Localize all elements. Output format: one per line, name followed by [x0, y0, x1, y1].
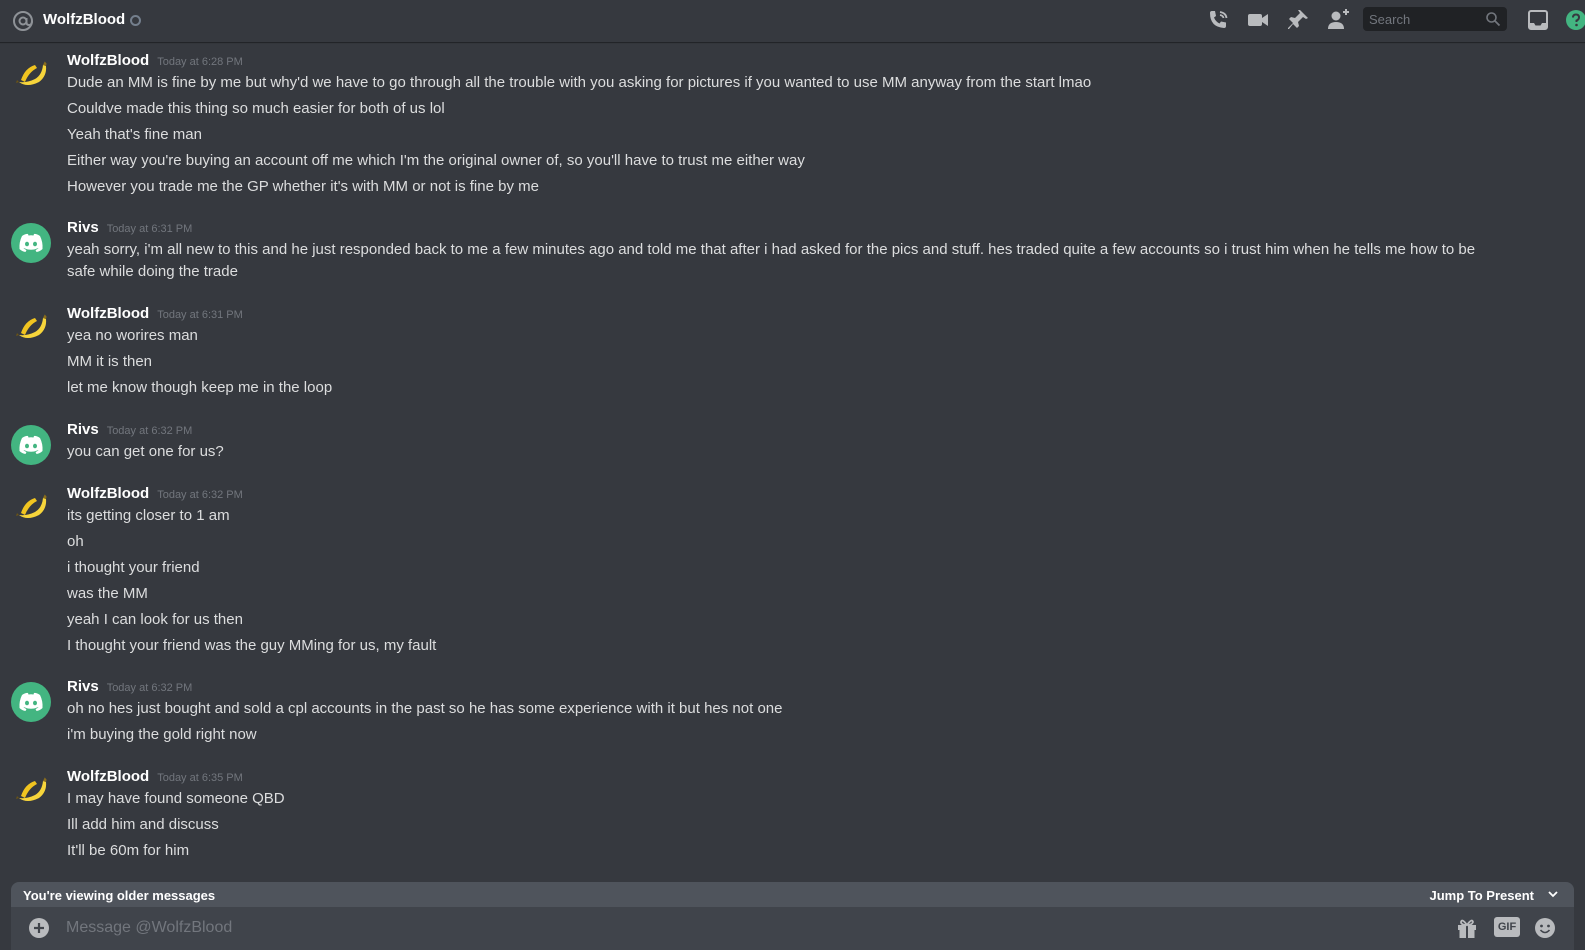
avatar[interactable] [11, 309, 51, 349]
banana-icon [16, 777, 47, 801]
channel-title: WolfzBlood [43, 11, 126, 28]
message-text: oh [67, 533, 84, 550]
message-timestamp: Today at 6:35 PM [157, 772, 243, 784]
message-timestamp: Today at 6:32 PM [106, 682, 193, 694]
help-icon[interactable] [1564, 8, 1585, 32]
at-icon [13, 11, 33, 31]
gif-button[interactable]: GIF [1494, 917, 1520, 937]
discord-logo-icon [19, 233, 43, 252]
message-author[interactable]: WolfzBlood Today at 6:32 PM [67, 485, 243, 502]
message-text: oh no hes just bought and sold a cpl acc… [67, 700, 783, 717]
message-text: yeah sorry, i'm all new to this and he j… [67, 241, 1476, 280]
message-text: MM it is then [67, 353, 153, 370]
older-messages-text: You're viewing older messages [23, 888, 216, 903]
message-text: Yeah that's fine man [67, 126, 202, 143]
search-input[interactable] [1369, 12, 1477, 27]
banana-icon [16, 494, 47, 518]
message-author[interactable]: WolfzBlood Today at 6:35 PM [67, 768, 243, 785]
message-composer: GIF [11, 907, 1574, 950]
inbox-icon[interactable] [1526, 8, 1550, 32]
avatar[interactable] [11, 772, 51, 812]
chevron-down-icon[interactable] [1546, 887, 1560, 901]
message-text: let me know though keep me in the loop [67, 379, 333, 396]
message-text: i thought your friend [67, 559, 200, 576]
avatar[interactable] [11, 56, 51, 96]
message-text: yeah I can look for us then [67, 611, 243, 628]
message-text: Dude an MM is fine by me but why'd we ha… [67, 74, 1092, 91]
avatar[interactable] [11, 223, 51, 263]
call-icon[interactable] [1206, 8, 1230, 32]
video-icon[interactable] [1246, 8, 1270, 32]
banana-icon [16, 314, 47, 338]
message-text: I thought your friend was the guy MMing … [67, 637, 437, 654]
avatar[interactable] [11, 425, 51, 465]
message-author[interactable]: Rivs Today at 6:31 PM [67, 219, 192, 236]
message-timestamp: Today at 6:28 PM [157, 56, 243, 68]
message-text: its getting closer to 1 am [67, 507, 230, 524]
message-timestamp: Today at 6:32 PM [106, 425, 193, 437]
search-icon [1486, 12, 1501, 27]
message-author[interactable]: WolfzBlood Today at 6:31 PM [67, 305, 243, 322]
message-text: I may have found someone QBD [67, 790, 285, 807]
message-timestamp: Today at 6:31 PM [157, 309, 243, 321]
message-text: was the MM [67, 585, 148, 602]
avatar[interactable] [11, 682, 51, 722]
older-messages-bar: You're viewing older messages Jump To Pr… [11, 882, 1574, 907]
search-box[interactable] [1363, 7, 1507, 31]
message-input[interactable] [66, 918, 1446, 938]
discord-logo-icon [19, 435, 43, 454]
message-text: However you trade me the GP whether it's… [67, 178, 539, 195]
message-author[interactable]: WolfzBlood Today at 6:28 PM [67, 52, 243, 69]
plus-icon[interactable] [28, 917, 50, 939]
message-timestamp: Today at 6:32 PM [157, 489, 243, 501]
avatar[interactable] [11, 489, 51, 529]
status-indicator [130, 15, 141, 26]
message-text: you can get one for us? [67, 443, 224, 460]
message-text: It'll be 60m for him [67, 842, 190, 859]
channel-header: WolfzBlood [0, 0, 1585, 42]
gift-icon[interactable] [1455, 916, 1479, 940]
message-text: yea no worires man [67, 327, 198, 344]
jump-to-present-button[interactable]: Jump To Present [1429, 888, 1534, 903]
message-author[interactable]: Rivs Today at 6:32 PM [67, 421, 192, 438]
message-author[interactable]: Rivs Today at 6:32 PM [67, 678, 192, 695]
message-text: i'm buying the gold right now [67, 726, 257, 743]
message-list[interactable]: WolfzBlood Today at 6:28 PM Dude an MM is… [0, 44, 1585, 882]
message-text: Ill add him and discuss [67, 816, 219, 833]
message-timestamp: Today at 6:31 PM [106, 223, 193, 235]
add-friend-icon[interactable] [1326, 8, 1350, 32]
pin-icon[interactable] [1286, 8, 1310, 32]
discord-logo-icon [19, 692, 43, 711]
emoji-icon[interactable] [1533, 916, 1557, 940]
banana-icon [16, 61, 47, 85]
message-text: Couldve made this thing so much easier f… [67, 100, 445, 117]
message-text: Either way you're buying an account off … [67, 152, 805, 169]
